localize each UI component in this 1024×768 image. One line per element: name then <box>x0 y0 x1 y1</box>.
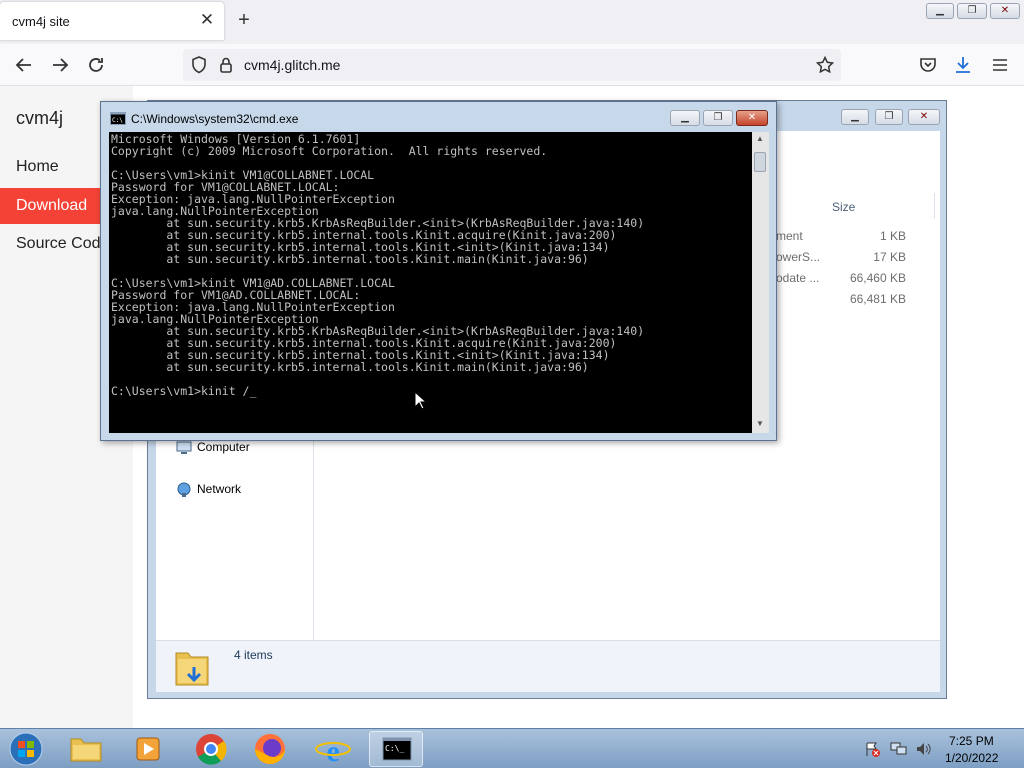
nav-computer-label: Computer <box>197 440 250 454</box>
column-divider <box>934 193 935 219</box>
file-row[interactable]: ment 1 KB <box>776 229 906 247</box>
media-player-icon[interactable] <box>121 731 175 767</box>
file-row[interactable]: odate ... 66,460 KB <box>776 271 906 289</box>
file-type: owerS... <box>776 250 821 264</box>
downloads-folder-icon <box>174 645 210 694</box>
cmd-console[interactable]: Microsoft Windows [Version 6.1.7601] Copy… <box>109 132 752 433</box>
url-bar[interactable]: cvm4j.glitch.me <box>183 49 841 81</box>
network-icon <box>176 482 192 503</box>
new-tab-button[interactable]: + <box>234 10 254 30</box>
lock-icon[interactable] <box>214 53 238 77</box>
file-size: 66,481 KB <box>849 292 906 306</box>
window-minimize-button[interactable]: ▁ <box>926 3 954 19</box>
scroll-thumb[interactable] <box>754 152 766 172</box>
explorer-status-bar: 4 items <box>156 640 940 692</box>
console-output: Microsoft Windows [Version 6.1.7601] Copy… <box>111 133 747 397</box>
nav-network-item[interactable]: Network <box>176 481 306 499</box>
hamburger-menu-icon[interactable] <box>988 53 1012 77</box>
explorer-close-button[interactable]: ✕ <box>908 109 940 125</box>
cmd-close-button[interactable]: ✕ <box>736 110 768 126</box>
volume-icon[interactable] <box>915 741 933 762</box>
browser-tab-bar: cvm4j site ✕ + ▁ ❐ ✕ <box>0 0 1024 44</box>
browser-nav-bar: cvm4j.glitch.me <box>0 44 1024 86</box>
console-line: C:\Users\vm1>kinit /_ <box>111 384 257 398</box>
window-restore-button[interactable]: ❐ <box>957 3 987 19</box>
forward-arrow-icon[interactable] <box>48 53 72 77</box>
file-type: odate ... <box>776 271 820 285</box>
file-size: 1 KB <box>879 229 906 243</box>
window-close-button[interactable]: ✕ <box>990 3 1020 19</box>
star-icon[interactable] <box>813 53 837 77</box>
explorer-minimize-button[interactable]: ▁ <box>841 109 869 125</box>
firefox-icon[interactable] <box>243 731 297 767</box>
tab-title: cvm4j site <box>12 14 70 29</box>
cmd-minimize-button[interactable]: ▁ <box>670 110 700 126</box>
command-prompt-icon[interactable]: C:\_ <box>369 731 423 767</box>
download-icon[interactable] <box>951 53 975 77</box>
item-count: 4 items <box>234 648 273 662</box>
site-title: cvm4j <box>16 108 64 128</box>
svg-text:e: e <box>326 735 339 767</box>
clock-time[interactable]: 7:25 PM <box>949 734 994 748</box>
internet-explorer-icon[interactable]: e <box>306 731 360 768</box>
url-text[interactable]: cvm4j.glitch.me <box>244 57 340 73</box>
svg-text:C:\: C:\ <box>112 117 123 124</box>
chrome-icon[interactable] <box>184 731 238 767</box>
file-size: 66,460 KB <box>849 271 906 285</box>
explorer-maximize-button[interactable]: ❐ <box>875 109 903 125</box>
file-row[interactable]: 66,481 KB <box>776 292 906 310</box>
cmd-maximize-button[interactable]: ❐ <box>703 110 733 126</box>
cmd-window[interactable]: C:\ C:\Windows\system32\cmd.exe ▁ ❐ ✕ Mi… <box>100 101 777 441</box>
svg-text:C:\_: C:\_ <box>385 744 404 753</box>
nav-computer-item[interactable]: Computer <box>176 439 306 457</box>
computer-icon <box>176 440 192 461</box>
reload-icon[interactable] <box>84 53 108 77</box>
tracking-shield-icon[interactable] <box>187 53 211 77</box>
file-size: 17 KB <box>873 250 906 264</box>
back-arrow-icon[interactable] <box>12 53 36 77</box>
console-line: at sun.security.krb5.internal.tools.Kini… <box>111 252 589 266</box>
clock-date[interactable]: 1/20/2022 <box>945 751 998 765</box>
scroll-down-arrow-icon[interactable]: ▼ <box>756 419 764 428</box>
cmd-title: C:\Windows\system32\cmd.exe <box>131 112 299 126</box>
console-line: Copyright (c) 2009 Microsoft Corporation… <box>111 144 548 158</box>
pocket-icon[interactable] <box>916 53 940 77</box>
mouse-cursor-icon <box>414 390 428 415</box>
file-row[interactable]: owerS... 17 KB <box>776 250 906 268</box>
scroll-up-arrow-icon[interactable]: ▲ <box>756 134 764 143</box>
windows-explorer-icon[interactable] <box>59 731 113 767</box>
network-status-icon[interactable] <box>890 741 908 762</box>
cmd-scrollbar[interactable]: ▲ ▼ <box>752 132 769 433</box>
windows-taskbar: e C:\_ 7:25 PM 1/20/2022 <box>0 728 1024 768</box>
action-center-flag-icon[interactable] <box>864 741 880 762</box>
console-line: at sun.security.krb5.internal.tools.Kini… <box>111 360 589 374</box>
browser-tab[interactable]: cvm4j site ✕ <box>0 2 224 40</box>
cmd-app-icon: C:\ <box>110 112 126 130</box>
tab-close-icon[interactable]: ✕ <box>198 11 216 29</box>
column-header-size[interactable]: Size <box>832 200 855 214</box>
file-type: ment <box>776 229 803 243</box>
start-orb-icon[interactable] <box>4 730 48 768</box>
nav-network-label: Network <box>197 482 242 496</box>
